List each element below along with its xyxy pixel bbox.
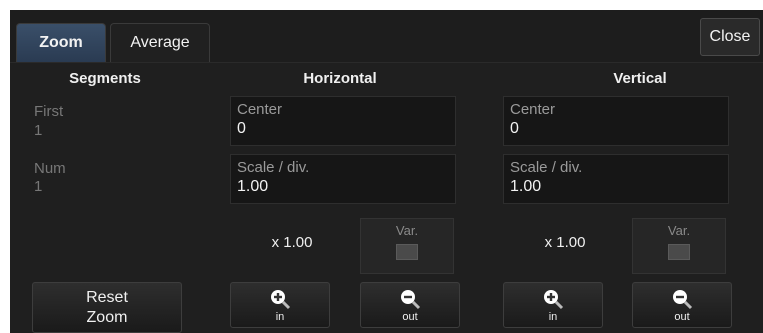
horizontal-zoom-out-label: out bbox=[402, 311, 418, 323]
horizontal-center-value: 0 bbox=[237, 120, 246, 137]
horizontal-zoom-out-button[interactable]: out bbox=[360, 282, 460, 328]
horizontal-scale-label: Scale / div. bbox=[237, 159, 310, 176]
vertical-var-label: Var. bbox=[667, 223, 691, 238]
zoom-in-icon bbox=[271, 290, 291, 310]
reset-zoom-button[interactable]: Reset Zoom bbox=[32, 282, 182, 333]
tab-zoom[interactable]: Zoom bbox=[16, 23, 106, 62]
tab-average[interactable]: Average bbox=[110, 23, 210, 62]
first-label: First bbox=[34, 103, 64, 120]
vertical-scale-field[interactable]: Scale / div. 1.00 bbox=[503, 154, 729, 204]
horizontal-center-field[interactable]: Center 0 bbox=[230, 96, 456, 146]
vertical-scale-label: Scale / div. bbox=[510, 159, 583, 176]
num-value: 1 bbox=[34, 178, 43, 195]
vertical-center-field[interactable]: Center 0 bbox=[503, 96, 729, 146]
zoom-in-icon bbox=[544, 290, 564, 310]
segments-header: Segments bbox=[69, 70, 141, 87]
zoom-out-icon bbox=[401, 290, 421, 310]
horizontal-var-label: Var. bbox=[395, 223, 419, 238]
horizontal-scale-field[interactable]: Scale / div. 1.00 bbox=[230, 154, 456, 204]
vertical-zoom-out-button[interactable]: out bbox=[632, 282, 732, 328]
horizontal-center-label: Center bbox=[237, 101, 283, 118]
vertical-zoom-out-label: out bbox=[674, 311, 690, 323]
horizontal-zoom-in-button[interactable]: in bbox=[230, 282, 330, 328]
num-label: Num bbox=[34, 160, 66, 177]
vertical-var-button[interactable]: Var. bbox=[632, 218, 726, 274]
vertical-multiplier: x 1.00 bbox=[544, 234, 586, 251]
vertical-center-label: Center bbox=[510, 101, 556, 118]
horizontal-multiplier: x 1.00 bbox=[271, 234, 313, 251]
horizontal-scale-value: 1.00 bbox=[237, 178, 269, 195]
vertical-zoom-in-button[interactable]: in bbox=[503, 282, 603, 328]
vertical-zoom-in-label: in bbox=[548, 311, 558, 323]
close-button[interactable]: Close bbox=[700, 18, 760, 56]
zoom-out-icon bbox=[673, 290, 693, 310]
reset-zoom-label-line2: Zoom bbox=[86, 308, 128, 326]
vertical-center-value: 0 bbox=[510, 120, 519, 137]
vertical-var-checkbox bbox=[668, 244, 690, 260]
horizontal-zoom-in-label: in bbox=[275, 311, 285, 323]
zoom-dialog: Zoom Average Close Segments First 1 Num … bbox=[10, 10, 763, 333]
vertical-scale-value: 1.00 bbox=[510, 178, 542, 195]
horizontal-var-button[interactable]: Var. bbox=[360, 218, 454, 274]
reset-zoom-label-line1: Reset bbox=[86, 288, 128, 306]
vertical-header: Vertical bbox=[613, 70, 667, 87]
tab-bar: Zoom Average Close bbox=[10, 10, 763, 63]
first-value: 1 bbox=[34, 122, 43, 139]
horizontal-var-checkbox bbox=[396, 244, 418, 260]
horizontal-header: Horizontal bbox=[303, 70, 377, 87]
